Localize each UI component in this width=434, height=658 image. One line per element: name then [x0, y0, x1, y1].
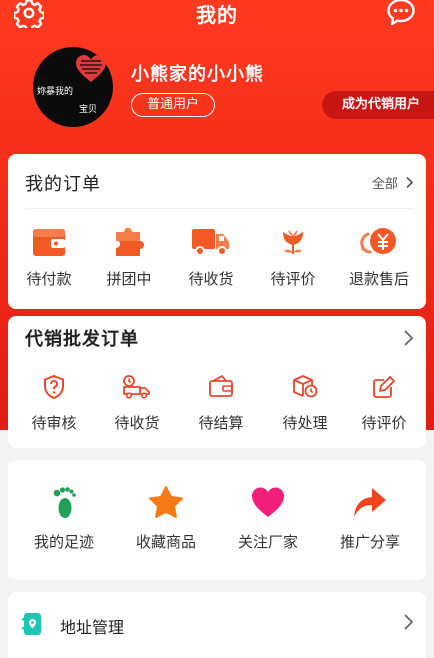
shortcuts-card: 我的足迹 收藏商品 关注厂家 推广分享	[8, 460, 426, 580]
shield-question-icon	[44, 374, 64, 400]
top-bar: 我的	[0, 0, 434, 28]
shortcut-label: 收藏商品	[135, 533, 196, 551]
order-label: 拼团中	[106, 270, 152, 288]
wholesale-label: 待处理	[282, 414, 328, 432]
chevron-right-icon	[404, 614, 414, 630]
truck-icon	[192, 229, 229, 256]
delivery-truck-icon	[123, 375, 150, 399]
order-pending-review[interactable]: 待评价	[254, 226, 332, 289]
chat-bubble-icon[interactable]	[386, 0, 416, 27]
order-refund-aftersale[interactable]: 退款售后	[332, 226, 426, 289]
puzzle-icon	[116, 228, 144, 256]
wholesale-pending-receipt[interactable]: 待收货	[100, 374, 174, 433]
wholesale-orders-header[interactable]: 代销批发订单	[8, 316, 426, 370]
username: 小熊家的小小熊	[131, 64, 264, 85]
order-label: 待付款	[26, 270, 72, 288]
wholesale-label: 待收货	[114, 414, 160, 432]
address-management-label: 地址管理	[60, 618, 125, 637]
my-orders-card: 我的订单 全部 待付款 拼团中 待收货 待评价 退款售后	[8, 154, 426, 309]
shortcut-label: 我的足迹	[33, 533, 94, 551]
my-orders-header: 我的订单 全部	[8, 154, 426, 208]
shortcut-followed-factories[interactable]: 关注厂家	[212, 485, 324, 552]
chevron-right-icon	[406, 176, 414, 189]
wholesale-label: 待审核	[31, 414, 77, 432]
heart-scribble-icon	[76, 55, 106, 82]
wholesale-pending-settlement[interactable]: 待结算	[174, 374, 268, 433]
view-all-label: 全部	[371, 177, 398, 192]
shortcut-favorites[interactable]: 收藏商品	[120, 485, 212, 552]
footprint-icon	[53, 487, 76, 518]
wallet-icon	[33, 229, 65, 256]
order-label: 退款售后	[348, 270, 409, 288]
user-level-badge: 普通用户	[131, 93, 215, 117]
view-all-orders-link[interactable]: 全部	[372, 173, 414, 192]
avatar-text: 宝贝	[79, 105, 98, 115]
become-agent-button[interactable]: 成为代销用户	[322, 91, 434, 119]
refund-yen-icon	[360, 228, 396, 254]
avatar[interactable]: 妳暴我的 宝贝	[33, 47, 113, 127]
wholesale-orders-card: 代销批发订单 待审核 待收货 待结算 待处理 待评价	[8, 316, 426, 448]
chevron-right-icon	[404, 330, 414, 346]
share-icon	[354, 488, 386, 517]
order-label: 待评价	[270, 270, 316, 288]
heart-icon	[252, 487, 284, 517]
box-clock-icon	[293, 375, 318, 398]
order-label: 待收货	[188, 270, 234, 288]
wholesale-pending-audit[interactable]: 待审核	[8, 374, 100, 433]
wallet-outline-icon	[209, 375, 233, 397]
address-book-icon	[22, 613, 41, 635]
page-title: 我的	[196, 3, 238, 27]
order-pending-receipt[interactable]: 待收货	[168, 226, 254, 289]
profile-section: 妳暴我的 宝贝 小熊家的小小熊 普通用户 成为代销用户	[0, 40, 434, 140]
order-pending-payment[interactable]: 待付款	[8, 226, 90, 289]
address-management-row[interactable]: 地址管理	[8, 592, 426, 658]
shortcut-label: 关注厂家	[237, 533, 298, 551]
order-group-buying[interactable]: 拼团中	[90, 226, 168, 289]
wholesale-orders-title: 代销批发订单	[25, 329, 139, 350]
divider	[25, 208, 414, 209]
flower-icon	[283, 230, 303, 254]
order-status-row: 待付款 拼团中 待收货 待评价 退款售后	[8, 226, 426, 289]
wholesale-label: 待结算	[198, 414, 244, 432]
wholesale-pending-review[interactable]: 待评价	[342, 374, 426, 433]
star-icon	[149, 486, 183, 518]
shortcuts-row: 我的足迹 收藏商品 关注厂家 推广分享	[8, 485, 426, 552]
edit-icon	[373, 376, 395, 398]
avatar-text: 妳暴我的	[37, 87, 74, 97]
my-orders-title: 我的订单	[25, 174, 101, 195]
shortcut-footprints[interactable]: 我的足迹	[8, 485, 120, 552]
shortcut-label: 推广分享	[339, 533, 400, 551]
wholesale-label: 待评价	[361, 414, 407, 432]
wholesale-status-row: 待审核 待收货 待结算 待处理 待评价	[8, 374, 426, 433]
wholesale-pending-process[interactable]: 待处理	[268, 374, 342, 433]
shortcut-promote-share[interactable]: 推广分享	[324, 485, 416, 552]
